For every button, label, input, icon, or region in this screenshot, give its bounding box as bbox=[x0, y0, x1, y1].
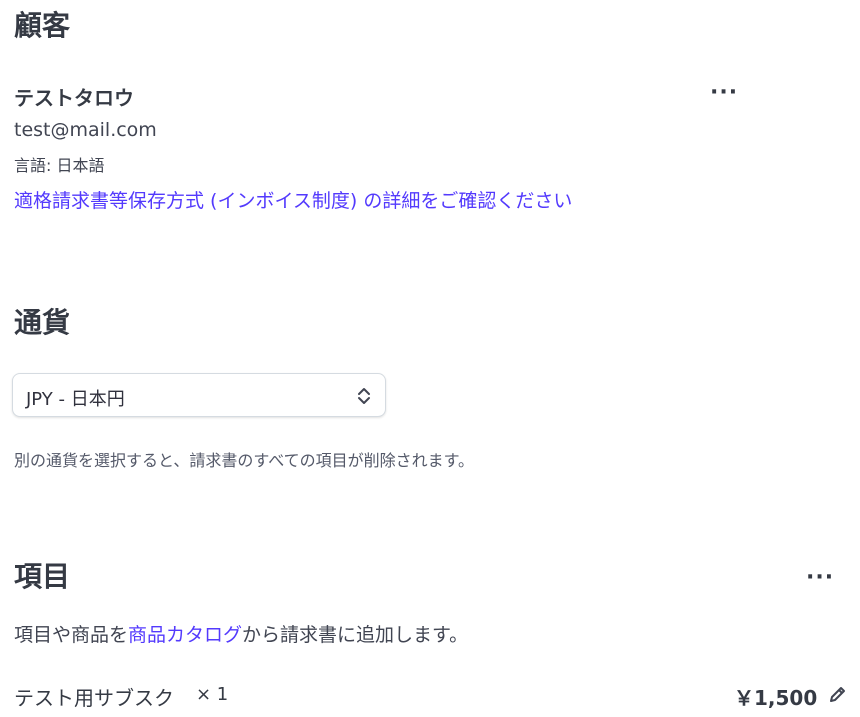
chevron-up-down-icon bbox=[358, 388, 370, 404]
customer-more-icon[interactable]: ··· bbox=[710, 82, 738, 104]
pencil-edit-icon[interactable] bbox=[828, 684, 848, 704]
items-more-icon[interactable]: ··· bbox=[806, 567, 834, 589]
customer-heading: 顧客 bbox=[14, 9, 71, 42]
product-catalog-link[interactable]: 商品カタログ bbox=[128, 624, 242, 646]
customer-email: test@mail.com bbox=[14, 119, 157, 141]
currency-help-text: 別の通貨を選択すると、請求書のすべての項目が削除されます。 bbox=[14, 451, 475, 470]
item-price: ￥1,500 bbox=[734, 686, 818, 710]
items-heading: 項目 bbox=[14, 560, 71, 593]
currency-heading: 通貨 bbox=[14, 306, 71, 339]
items-description: 項目や商品を商品カタログから請求書に追加します。 bbox=[14, 620, 468, 647]
item-quantity: × 1 bbox=[196, 684, 229, 705]
currency-select[interactable]: JPY - 日本円 bbox=[12, 373, 386, 417]
item-name: テスト用サブスク bbox=[14, 686, 174, 710]
invoice-system-link[interactable]: 適格請求書等保存方式 (インボイス制度) の詳細をご確認ください bbox=[14, 186, 572, 213]
invoice-editor-panel: 顧客 テストタロウ ··· test@mail.com 言語: 日本語 適格請求… bbox=[0, 0, 860, 717]
customer-name: テストタロウ bbox=[14, 86, 134, 110]
items-description-prefix: 項目や商品を bbox=[14, 624, 129, 646]
items-description-suffix: から請求書に追加します。 bbox=[242, 624, 469, 646]
customer-language: 言語: 日本語 bbox=[14, 156, 105, 175]
currency-select-value: JPY - 日本円 bbox=[26, 389, 125, 410]
